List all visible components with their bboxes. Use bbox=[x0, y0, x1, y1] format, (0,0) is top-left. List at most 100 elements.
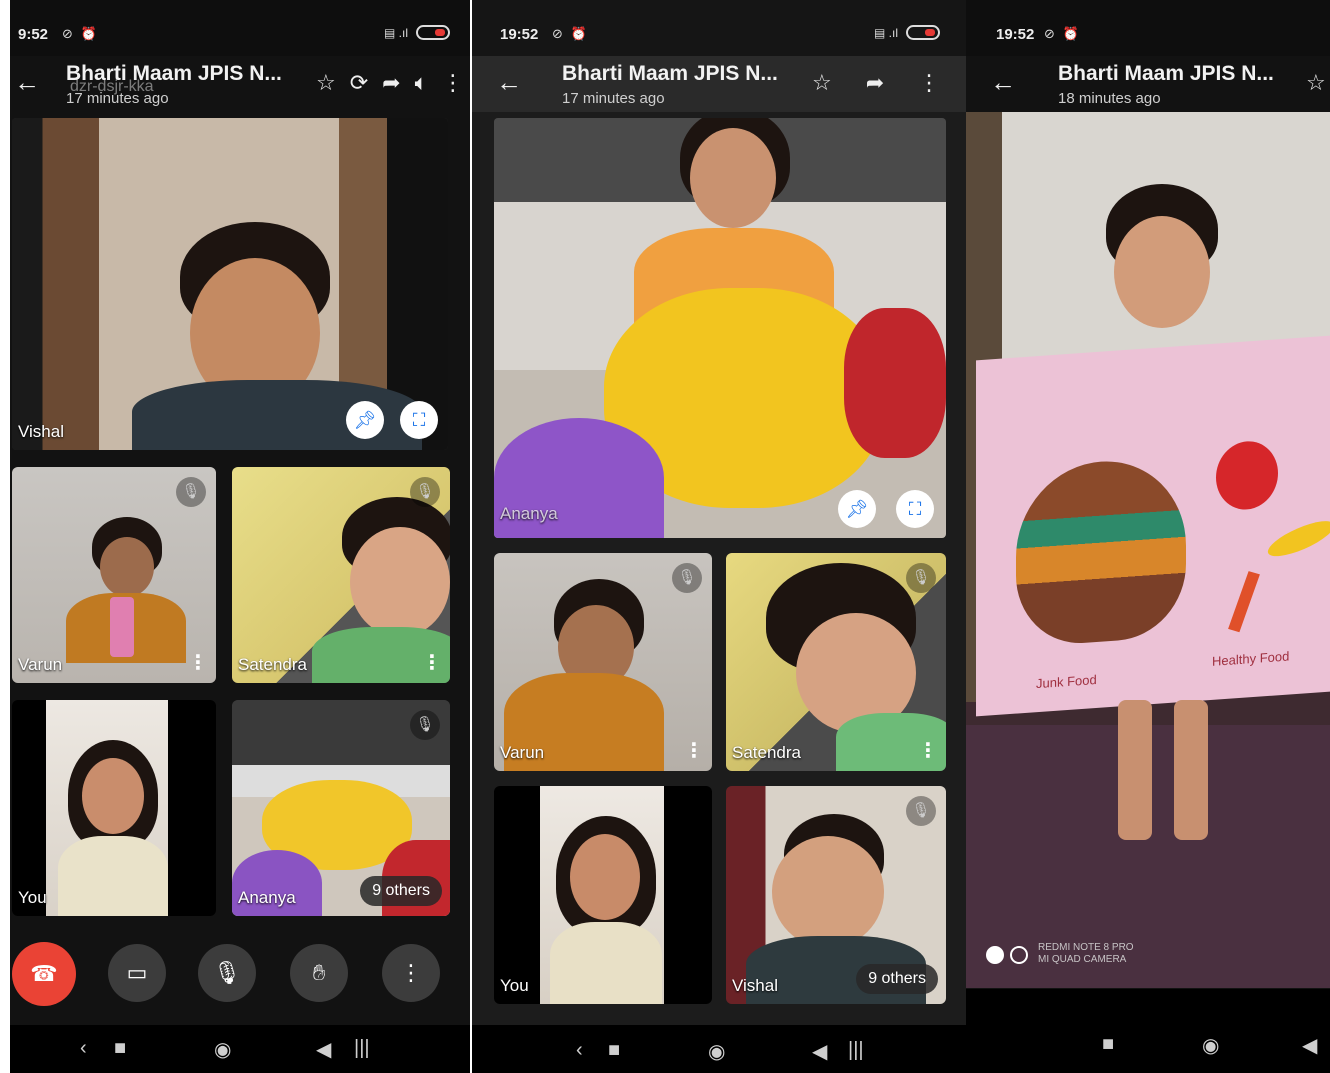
leg-left bbox=[1118, 700, 1152, 840]
home-icon[interactable]: ◉ bbox=[1202, 1033, 1219, 1058]
chevron-left-icon[interactable]: ‹ bbox=[576, 1039, 583, 1062]
participant-name: Varun bbox=[500, 743, 545, 762]
status-notification-icons: ⊘ ⏰ bbox=[62, 26, 99, 41]
home-icon[interactable]: ◉ bbox=[214, 1037, 231, 1062]
square-icon[interactable]: ■ bbox=[608, 1039, 620, 1062]
back-arrow-icon[interactable]: ← bbox=[496, 68, 522, 96]
video-tile-fullscreen[interactable]: Junk Food Healthy Food REDMI NOTE 8 PRO … bbox=[966, 112, 1330, 988]
square-icon[interactable]: ■ bbox=[114, 1037, 126, 1060]
more-vert-icon[interactable]: ⋮ bbox=[382, 944, 440, 1002]
mic-off-icon: 🎙︎ bbox=[906, 796, 936, 826]
meeting-time: 17 minutes ago bbox=[562, 90, 665, 107]
video-tile[interactable]: 🎙︎ Ananya 9 others bbox=[232, 700, 450, 916]
chevron-left-icon[interactable]: ‹ bbox=[80, 1037, 87, 1060]
more-vert-icon[interactable]: ⋮ bbox=[684, 741, 704, 761]
video-tile[interactable]: 🎙︎ Varun ⋮ bbox=[12, 467, 216, 683]
leg-right bbox=[1174, 700, 1208, 840]
meeting-time: 18 minutes ago bbox=[1058, 90, 1161, 107]
meeting-title: Bharti Maam JPIS N... bbox=[562, 62, 778, 85]
participant-name: You bbox=[500, 976, 529, 995]
participant-name: Varun bbox=[18, 655, 63, 674]
system-nav-bar: ‹ ■ ◉ ◀ ||| bbox=[472, 1025, 966, 1073]
video-tile-self[interactable]: You bbox=[12, 700, 216, 916]
camera-mode-dots bbox=[986, 946, 1028, 964]
back-arrow-icon[interactable]: ← bbox=[14, 68, 40, 96]
others-count-chip[interactable]: 9 others bbox=[856, 964, 938, 994]
home-icon[interactable]: ◉ bbox=[708, 1039, 725, 1064]
more-vert-icon[interactable]: ⋮ bbox=[918, 741, 938, 761]
square-icon[interactable]: ■ bbox=[1102, 1033, 1114, 1056]
participant-name: Vishal bbox=[18, 422, 64, 441]
fullscreen-icon[interactable]: ⛶ bbox=[400, 401, 438, 439]
dot-icon bbox=[1010, 946, 1028, 964]
end-call-icon[interactable]: ☎ bbox=[12, 942, 76, 1006]
participant-name: Vishal bbox=[732, 976, 778, 995]
mic-off-icon: 🎙︎ bbox=[672, 563, 702, 593]
phone-screen-1: 9:52 ⊘ ⏰ ▤ .ıl ← Bharti Maam JPIS N... 1… bbox=[10, 0, 470, 1073]
cup bbox=[110, 597, 134, 657]
carrot-drawing bbox=[1228, 571, 1260, 633]
status-right-icons: ▤ .ıl bbox=[874, 25, 940, 40]
app-bar-actions: ☆ bbox=[1306, 70, 1326, 96]
back-arrow-icon[interactable]: ← bbox=[990, 68, 1016, 96]
pin-icon[interactable]: 📌︎ bbox=[346, 401, 384, 439]
raise-hand-icon[interactable]: ✋︎ bbox=[290, 944, 348, 1002]
back-icon[interactable]: ◀ bbox=[1302, 1033, 1317, 1058]
back-icon[interactable]: ◀ bbox=[812, 1039, 827, 1064]
mic-off-icon: 🎙︎ bbox=[410, 710, 440, 740]
watermark-line-1: REDMI NOTE 8 PRO bbox=[1038, 942, 1134, 953]
camera-watermark: REDMI NOTE 8 PRO MI QUAD CAMERA bbox=[1038, 942, 1134, 966]
call-controls: ☎ ▭ 🎙︎ ✋︎ ⋮ bbox=[10, 940, 470, 1010]
more-vert-icon[interactable]: ⋮ bbox=[188, 653, 208, 673]
switch-camera-icon[interactable]: ⟳ bbox=[350, 70, 368, 96]
star-icon[interactable]: ☆ bbox=[316, 70, 336, 96]
video-tile-self[interactable]: You bbox=[494, 786, 712, 1004]
share-icon[interactable]: ➦ bbox=[866, 70, 884, 96]
video-tile-main[interactable]: Ananya 📌︎ ⛶ bbox=[494, 118, 946, 538]
participant-name: Satendra bbox=[732, 743, 801, 762]
star-icon[interactable]: ☆ bbox=[812, 70, 832, 96]
meeting-code-overlay: dzr-dsjr-kka bbox=[70, 78, 154, 95]
others-count-chip[interactable]: 9 others bbox=[360, 876, 442, 906]
status-bar: 19:52 ⊘ ⏰ bbox=[966, 0, 1330, 56]
video-tile[interactable]: 🎙︎ Vishal 9 others bbox=[726, 786, 946, 1004]
video-tile[interactable]: 🎙︎ Satendra ⋮ bbox=[232, 467, 450, 683]
participant-name: Ananya bbox=[500, 504, 558, 523]
status-bar: 19:52 ⊘ ⏰ ▤ .ıl bbox=[472, 0, 966, 56]
more-vert-icon[interactable]: ⋮ bbox=[422, 653, 442, 673]
more-vert-icon[interactable]: ⋮ bbox=[442, 70, 464, 96]
mic-off-icon: 🎙︎ bbox=[176, 477, 206, 507]
participant-face bbox=[350, 527, 450, 637]
meeting-title: Bharti Maam JPIS N... bbox=[1058, 62, 1274, 85]
speaker-icon[interactable]: 🔈︎ bbox=[415, 70, 428, 96]
video-camera-icon[interactable]: ▭ bbox=[108, 944, 166, 1002]
pin-icon[interactable]: 📌︎ bbox=[838, 490, 876, 528]
status-time: 19:52 bbox=[500, 26, 539, 43]
mic-icon[interactable]: 🎙︎ bbox=[198, 944, 256, 1002]
video-tile-main[interactable]: Vishal 📌︎ ⛶ bbox=[12, 118, 448, 450]
mic-off-icon: 🎙︎ bbox=[906, 563, 936, 593]
mic-off-icon: 🎙︎ bbox=[410, 477, 440, 507]
kite-label-right: Healthy Food bbox=[1212, 648, 1290, 669]
video-tile[interactable]: 🎙︎ Varun ⋮ bbox=[494, 553, 712, 771]
signal-icon: ▤ .ıl bbox=[383, 25, 408, 40]
status-notification-icons: ⊘ ⏰ bbox=[1044, 26, 1081, 41]
fullscreen-icon[interactable]: ⛶ bbox=[896, 490, 934, 528]
app-bar-actions: ☆ ➦ ⋮ bbox=[812, 70, 940, 96]
participant-face bbox=[690, 128, 776, 228]
recents-icon[interactable]: ||| bbox=[354, 1037, 370, 1060]
app-bar: ← Bharti Maam JPIS N... 17 minutes ago ☆… bbox=[472, 56, 966, 112]
star-icon[interactable]: ☆ bbox=[1306, 70, 1326, 96]
participant-face bbox=[82, 758, 144, 834]
battery-icon bbox=[416, 25, 450, 40]
system-nav-bar: ■ ◉ ◀ bbox=[966, 989, 1330, 1073]
back-icon[interactable]: ◀ bbox=[316, 1037, 331, 1062]
more-vert-icon[interactable]: ⋮ bbox=[918, 70, 940, 96]
status-time: 19:52 bbox=[996, 26, 1035, 43]
share-icon[interactable]: ➦ bbox=[382, 70, 400, 96]
kite-label-left: Junk Food bbox=[1036, 671, 1097, 692]
recents-icon[interactable]: ||| bbox=[848, 1039, 864, 1062]
app-bar: ← Bharti Maam JPIS N... 17 minutes ago d… bbox=[10, 56, 470, 112]
banana-drawing bbox=[1264, 514, 1330, 563]
video-tile[interactable]: 🎙︎ Satendra ⋮ bbox=[726, 553, 946, 771]
